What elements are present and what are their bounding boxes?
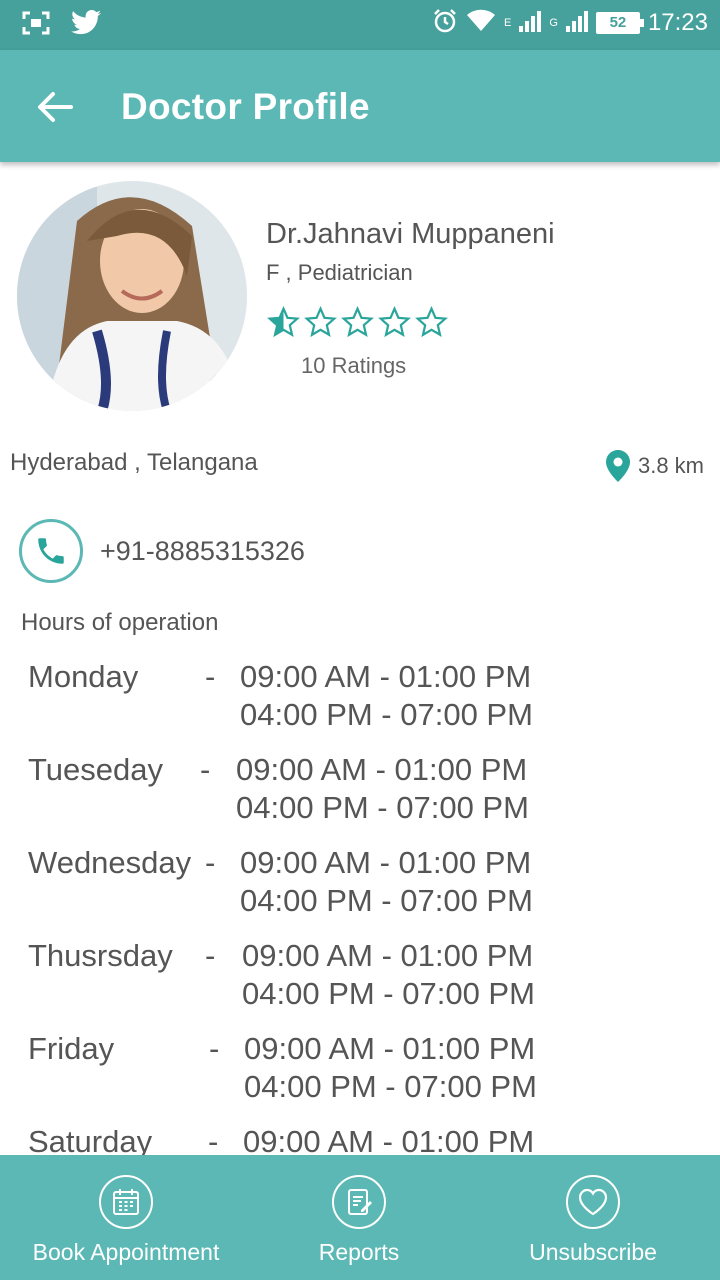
arrow-back-icon (38, 92, 73, 122)
app-bar: Doctor Profile (0, 50, 720, 162)
call-button[interactable] (19, 519, 83, 583)
hours-row-saturday: Saturday - 09:00 AM - 01:00 PM (0, 1120, 720, 1155)
reports-circle (332, 1175, 386, 1229)
day-separator: - (209, 1031, 220, 1066)
time-slot: 09:00 AM - 01:00 PM (236, 752, 528, 787)
day-label: Wednesday (28, 845, 192, 880)
book-appointment-label: Book Appointment (32, 1239, 220, 1265)
day-separator: - (205, 938, 216, 973)
signal-icon-1 (519, 10, 542, 36)
rating-stars (267, 306, 448, 339)
phone-number[interactable]: +91-8885315326 (100, 536, 305, 567)
reports-label: Reports (318, 1239, 400, 1265)
hours-heading: Hours of operation (21, 609, 219, 636)
network-type-2: G (549, 17, 558, 29)
report-edit-icon (348, 1189, 372, 1215)
day-separator: - (200, 752, 211, 787)
star-empty-icon (378, 306, 411, 338)
signal-icon-2 (565, 10, 588, 36)
star-empty-icon (304, 306, 337, 338)
time-slot: 04:00 PM - 07:00 PM (236, 790, 529, 825)
time-slot: 09:00 AM - 01:00 PM (242, 938, 534, 973)
distance-info: 3.8 km (605, 450, 704, 482)
hours-row-wednesday: Wednesday - 09:00 AM - 01:00 PM 04:00 PM… (0, 841, 720, 931)
heart-icon (578, 1188, 608, 1216)
book-appointment-circle (99, 1175, 153, 1229)
doctor-avatar (17, 181, 247, 411)
battery-indicator: 52 (595, 12, 644, 34)
time-slot: 09:00 AM - 01:00 PM (240, 659, 532, 694)
hours-row-friday: Friday - 09:00 AM - 01:00 PM 04:00 PM - … (0, 1027, 720, 1117)
day-label: Monday (28, 659, 139, 694)
time-slot: 09:00 AM - 01:00 PM (244, 1031, 536, 1066)
day-label: Thusrsday (28, 938, 173, 973)
time-slot: 04:00 PM - 07:00 PM (242, 976, 535, 1011)
screenshot-icon (22, 11, 50, 39)
doctor-gender-specialty: F , Pediatrician (266, 260, 413, 285)
time-slot: 04:00 PM - 07:00 PM (240, 883, 533, 918)
day-separator: - (205, 659, 216, 694)
hours-row-monday: Monday - 09:00 AM - 01:00 PM 04:00 PM - … (0, 655, 720, 745)
star-empty-icon (341, 306, 374, 338)
alarm-icon (432, 8, 458, 38)
time-slot: 04:00 PM - 07:00 PM (244, 1069, 537, 1104)
reports-button[interactable]: Reports (289, 1155, 429, 1280)
distance-value: 3.8 km (637, 453, 704, 478)
unsubscribe-circle (566, 1175, 620, 1229)
time-slot: 04:00 PM - 07:00 PM (240, 697, 533, 732)
hours-list[interactable]: Monday - 09:00 AM - 01:00 PM 04:00 PM - … (0, 655, 720, 1155)
day-label: Friday (28, 1031, 115, 1066)
status-bar: E G 52 17:23 (0, 0, 720, 50)
day-label: Saturday (28, 1124, 153, 1155)
time-slot: 09:00 AM - 01:00 PM (240, 845, 532, 880)
hours-row-tuesday: Tueseday - 09:00 AM - 01:00 PM 04:00 PM … (0, 748, 720, 838)
unsubscribe-label: Unsubscribe (529, 1239, 657, 1265)
map-pin-icon (605, 450, 630, 482)
back-button[interactable] (30, 82, 80, 132)
book-appointment-button[interactable]: Book Appointment (20, 1155, 232, 1280)
day-label: Tueseday (28, 752, 163, 787)
star-empty-icon (415, 306, 448, 338)
star-half-icon (267, 306, 300, 338)
doctor-location: Hyderabad , Telangana (10, 449, 258, 476)
doctor-name: Dr.Jahnavi Muppaneni (266, 218, 555, 250)
calendar-icon (113, 1189, 139, 1215)
day-separator: - (208, 1124, 219, 1155)
day-separator: - (205, 845, 216, 880)
phone-icon (38, 538, 64, 564)
hours-row-thursday: Thusrsday - 09:00 AM - 01:00 PM 04:00 PM… (0, 934, 720, 1024)
bottom-navigation: Book Appointment Reports Unsubscribe (0, 1155, 720, 1280)
time-slot: 09:00 AM - 01:00 PM (243, 1124, 535, 1155)
network-type-1: E (504, 17, 512, 29)
clock: 17:23 (647, 9, 708, 36)
wifi-icon (466, 9, 496, 37)
twitter-icon (70, 10, 102, 40)
unsubscribe-button[interactable]: Unsubscribe (513, 1155, 673, 1280)
page-title: Doctor Profile (121, 86, 370, 127)
ratings-count: 10 Ratings (301, 353, 407, 378)
